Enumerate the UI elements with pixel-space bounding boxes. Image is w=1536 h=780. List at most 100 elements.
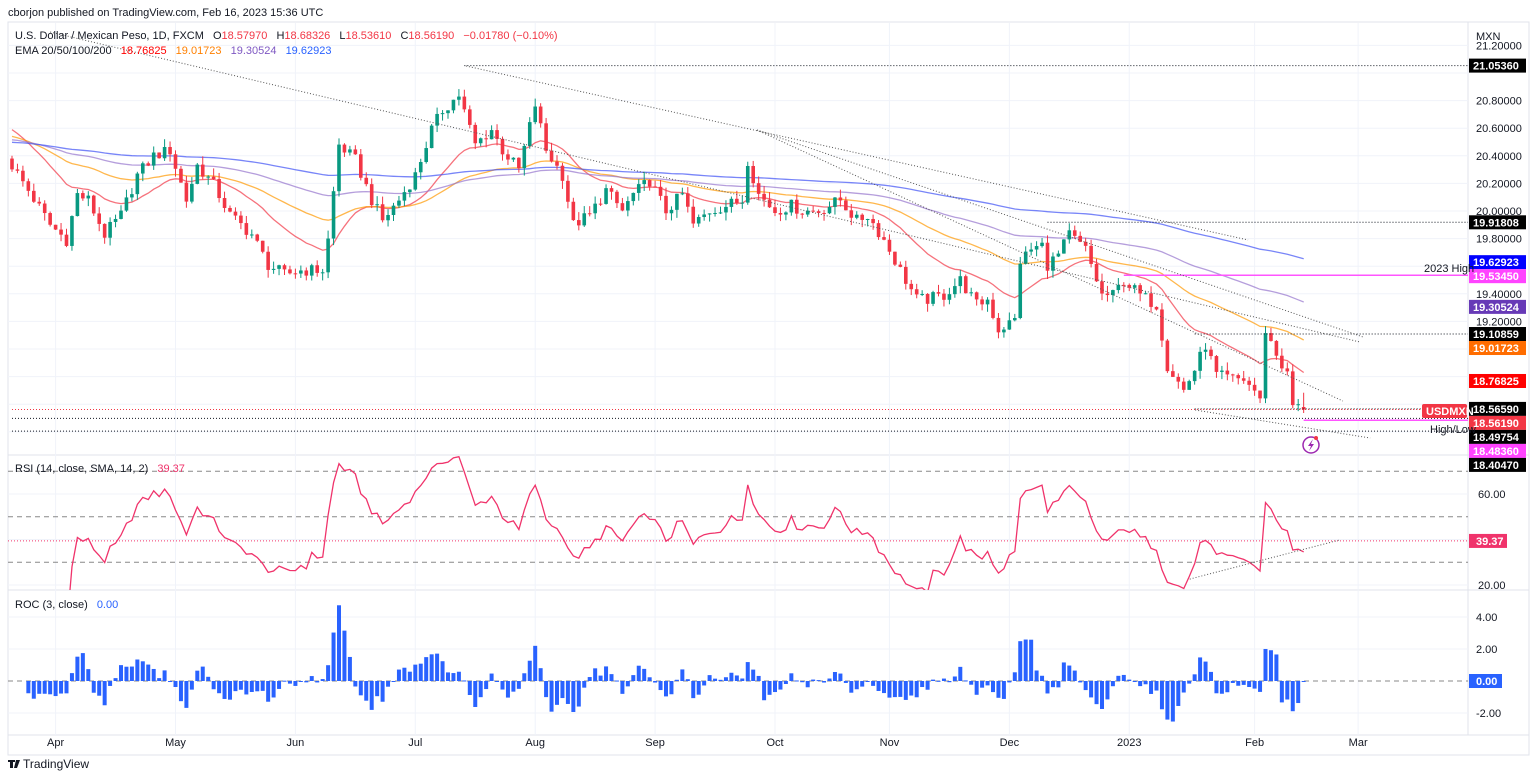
candle: [1072, 225, 1077, 240]
candle-body: [647, 180, 652, 187]
candle: [1252, 377, 1257, 396]
candle-body: [380, 204, 385, 221]
roc-bar: [985, 681, 990, 686]
roc-bar: [565, 681, 570, 704]
roc-bar: [342, 630, 347, 681]
price-pane[interactable]: [10, 31, 1468, 439]
candle: [299, 265, 303, 278]
roc-bar: [958, 666, 963, 681]
price-tick-label: 20.40000: [1476, 151, 1522, 163]
candle: [179, 165, 183, 183]
candle-body: [397, 200, 401, 206]
candle-body: [773, 207, 777, 214]
candle: [1269, 327, 1273, 342]
candle: [1056, 250, 1061, 258]
roc-bar: [184, 681, 189, 708]
candle: [1241, 370, 1246, 384]
ema50-value: 19.01723: [176, 45, 222, 57]
candle: [10, 155, 14, 172]
price-tag: 19.30524: [1469, 299, 1526, 314]
roc-bar: [271, 681, 276, 698]
price-tag-label: 18.56590: [1473, 404, 1519, 416]
price-tag: 18.76825: [1469, 373, 1526, 388]
candle-body: [331, 191, 336, 239]
tradingview-logo[interactable]: TradingView: [8, 757, 89, 771]
price-tag: 18.56590: [1469, 401, 1526, 416]
candle: [369, 178, 374, 209]
roc-bar: [489, 673, 494, 681]
legend-symbol[interactable]: U.S. Dollar / Mexican Peso, 1D, FXCM: [15, 30, 204, 42]
roc-bar: [375, 681, 380, 697]
candle-body: [735, 198, 739, 203]
candle: [549, 142, 554, 163]
roc-bar: [756, 675, 761, 681]
roc-bar: [816, 680, 821, 682]
candle-body: [255, 234, 260, 241]
candle: [773, 199, 777, 217]
candle: [778, 207, 783, 222]
rsi-pane[interactable]: [8, 456, 1468, 631]
roc-pane[interactable]: [8, 605, 1468, 722]
roc-bar: [1110, 681, 1115, 687]
roc-bar: [991, 681, 995, 693]
price-tag-label: 18.49754: [1473, 432, 1520, 444]
symbol-tag-label: USDMXN: [1426, 406, 1474, 418]
candle-body: [653, 186, 657, 188]
candle-body: [718, 212, 723, 214]
price-tag: 19.91808: [1469, 215, 1526, 230]
candle: [386, 209, 390, 227]
roc-bar: [1132, 681, 1137, 682]
candle: [571, 197, 576, 221]
candle-body: [320, 272, 325, 274]
roc-bar: [1301, 681, 1306, 682]
candle-body: [762, 193, 766, 200]
price-tick-label: 20.20000: [1476, 178, 1522, 190]
ema-legend-label[interactable]: EMA 20/50/100/200: [15, 45, 112, 57]
roc-bar: [947, 681, 952, 683]
roc-bar: [91, 681, 96, 693]
tradingview-chart[interactable]: cborjon published on TradingView.com, Fe…: [0, 0, 1536, 780]
candle-body: [1274, 340, 1279, 356]
roc-bar: [1279, 681, 1284, 703]
price-tag: 21.05360: [1469, 58, 1526, 73]
candle: [277, 264, 281, 276]
price-tag: 19.01723: [1469, 341, 1526, 356]
label-2023-high: 2023 High: [1424, 263, 1474, 275]
candle: [898, 261, 903, 268]
candle-body: [1013, 318, 1017, 321]
ema100-value: 19.30524: [231, 45, 277, 57]
candle: [108, 217, 112, 246]
candle-body: [26, 181, 31, 191]
roc-tick-label: 4.00: [1476, 612, 1497, 624]
candle: [996, 313, 1001, 339]
roc-bar: [293, 681, 298, 686]
time-axis-label: Jun: [287, 737, 305, 749]
candle-body: [1007, 320, 1012, 330]
legend-high-label: H: [276, 30, 284, 42]
roc-label[interactable]: ROC (3, close): [15, 599, 88, 611]
roc-bar: [473, 681, 478, 707]
lightning-icon[interactable]: [1302, 436, 1320, 454]
rsi-label[interactable]: RSI (14, close, SMA, 14, 2): [15, 463, 148, 475]
roc-bar: [315, 681, 320, 683]
candle-body: [151, 152, 156, 166]
candle-body: [119, 210, 123, 219]
candle: [15, 163, 20, 174]
roc-bar: [511, 681, 516, 692]
roc-bar: [1274, 654, 1279, 681]
candle-body: [1176, 376, 1181, 382]
candle-body: [484, 138, 488, 140]
roc-bar: [718, 679, 723, 681]
roc-bar: [892, 681, 897, 698]
candle: [1203, 343, 1208, 360]
roc-bar: [1268, 650, 1273, 681]
candle-body: [124, 197, 129, 211]
candle: [473, 122, 478, 150]
candle: [958, 269, 963, 294]
candle-body: [1067, 230, 1072, 240]
candle-body: [37, 201, 42, 204]
candle-body: [1247, 380, 1251, 385]
candle: [1231, 373, 1235, 382]
roc-bar: [1034, 670, 1039, 681]
candle-body: [642, 180, 646, 185]
